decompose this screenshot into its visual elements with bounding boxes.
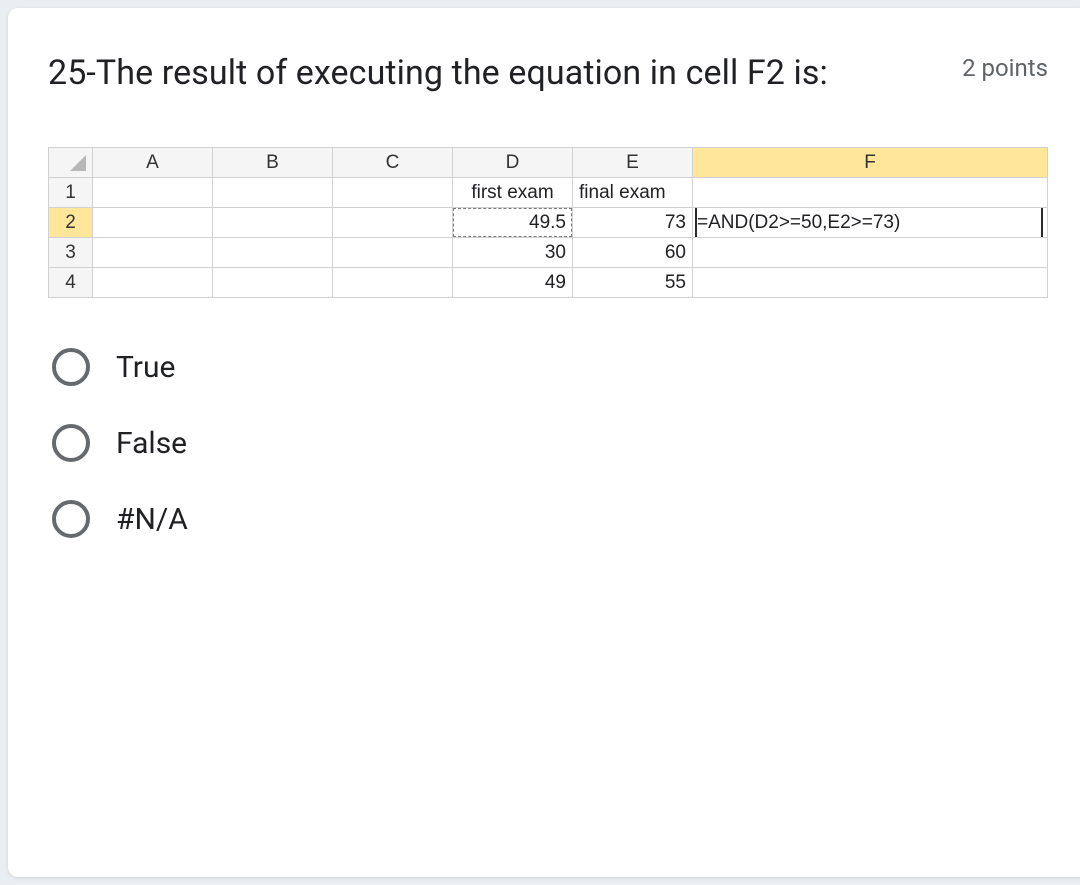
cell-D4: 49 (453, 268, 573, 298)
column-header-row: A B C D E F (49, 148, 1048, 178)
cell-D2: 49.5 (453, 208, 573, 238)
cell-D3: 30 (453, 238, 573, 268)
options-group: True False #N/A (48, 348, 1048, 538)
cell-C2 (333, 208, 453, 238)
cell-B2 (213, 208, 333, 238)
cell-E3: 60 (573, 238, 693, 268)
cell-F3 (693, 238, 1048, 268)
row-header-3: 3 (49, 238, 93, 268)
option-label: False (116, 426, 187, 461)
question-card: 25-The result of executing the equation … (8, 8, 1080, 877)
option-false[interactable]: False (52, 424, 1048, 462)
question-points: 2 points (962, 48, 1048, 82)
option-true[interactable]: True (52, 348, 1048, 386)
option-na[interactable]: #N/A (52, 500, 1048, 538)
table-row: 4 49 55 (49, 268, 1048, 298)
table-row: 3 30 60 (49, 238, 1048, 268)
cell-F2-formula: =AND(D2>=50,E2>=73) (697, 212, 900, 234)
cell-A3 (93, 238, 213, 268)
cell-C3 (333, 238, 453, 268)
cell-B3 (213, 238, 333, 268)
col-header-E: E (573, 148, 693, 178)
cell-E1: final exam (573, 178, 693, 208)
radio-icon (52, 500, 90, 538)
question-title: 25-The result of executing the equation … (48, 48, 922, 99)
cell-B1 (213, 178, 333, 208)
cell-F4 (693, 268, 1048, 298)
select-all-corner (49, 148, 93, 178)
cell-F1 (693, 178, 1048, 208)
cell-E4: 55 (573, 268, 693, 298)
col-header-F: F (693, 148, 1048, 178)
question-header: 25-The result of executing the equation … (48, 48, 1048, 99)
cell-D1: first exam (453, 178, 573, 208)
option-label: #N/A (116, 502, 188, 537)
cell-C1 (333, 178, 453, 208)
row-header-4: 4 (49, 268, 93, 298)
radio-icon (52, 348, 90, 386)
row-header-1: 1 (49, 178, 93, 208)
spreadsheet: A B C D E F 1 first exam final exam (48, 147, 1048, 298)
cell-B4 (213, 268, 333, 298)
col-header-C: C (333, 148, 453, 178)
cell-A4 (93, 268, 213, 298)
col-header-A: A (93, 148, 213, 178)
table-row: 1 first exam final exam (49, 178, 1048, 208)
radio-icon (52, 424, 90, 462)
cell-A2 (93, 208, 213, 238)
col-header-B: B (213, 148, 333, 178)
spreadsheet-image: A B C D E F 1 first exam final exam (48, 147, 1048, 298)
cell-C4 (333, 268, 453, 298)
row-header-2: 2 (49, 208, 93, 238)
option-label: True (116, 350, 175, 385)
cell-A1 (93, 178, 213, 208)
cell-E2: 73 (573, 208, 693, 238)
col-header-D: D (453, 148, 573, 178)
table-row: 2 49.5 73 =AND(D2>=50,E2>=73) (49, 208, 1048, 238)
cell-F2: =AND(D2>=50,E2>=73) (693, 208, 1048, 238)
